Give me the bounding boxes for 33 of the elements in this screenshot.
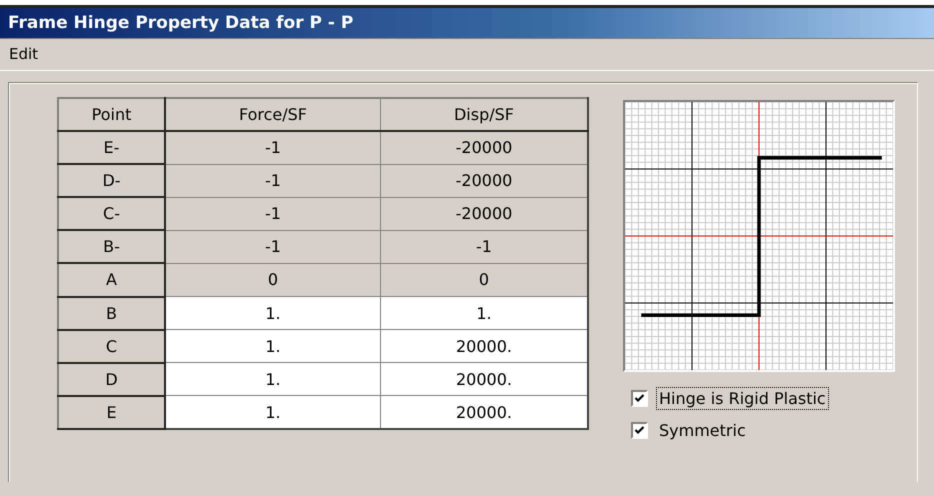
table-cell[interactable]: 1.	[165, 396, 380, 429]
row-label: E-	[58, 131, 165, 164]
row-label: A	[58, 263, 165, 297]
row-label: E	[58, 396, 165, 429]
table-cell: 0	[165, 263, 380, 297]
checkbox-label[interactable]: Symmetric	[656, 418, 749, 442]
table-cell[interactable]: 1.	[380, 296, 588, 330]
menu-item[interactable]: Edit	[6, 43, 42, 65]
table-cell: 0	[380, 263, 588, 297]
table-cell[interactable]: 1.	[165, 330, 380, 363]
row-label: D	[58, 362, 165, 396]
table-cell: -1	[165, 164, 380, 198]
table-cell[interactable]: 20000.	[380, 330, 588, 363]
row-label: B-	[58, 230, 165, 264]
table-cell[interactable]: 20000.	[380, 362, 588, 396]
checkbox-label[interactable]: Hinge is Rigid Plastic	[656, 386, 829, 410]
table-cell: -1	[380, 230, 588, 264]
table-cell: -1	[165, 197, 380, 230]
checkbox[interactable]	[631, 422, 648, 438]
table-cell[interactable]: 1.	[165, 362, 380, 396]
table-cell: -1	[165, 230, 380, 264]
table-cell[interactable]: 20000.	[380, 396, 588, 429]
table-cell: -20000	[380, 197, 588, 230]
table-cell: -20000	[380, 131, 588, 164]
table-cell: -1	[165, 131, 380, 164]
row-label: D-	[58, 164, 165, 198]
table-cell: -20000	[380, 164, 588, 198]
row-label: B	[58, 296, 165, 330]
row-label: C-	[58, 197, 165, 230]
window-title: Frame Hinge Property Data for P - P	[8, 13, 354, 33]
table-cell[interactable]: 1.	[165, 296, 380, 330]
row-label: C	[58, 330, 165, 363]
checkbox[interactable]	[631, 390, 648, 406]
